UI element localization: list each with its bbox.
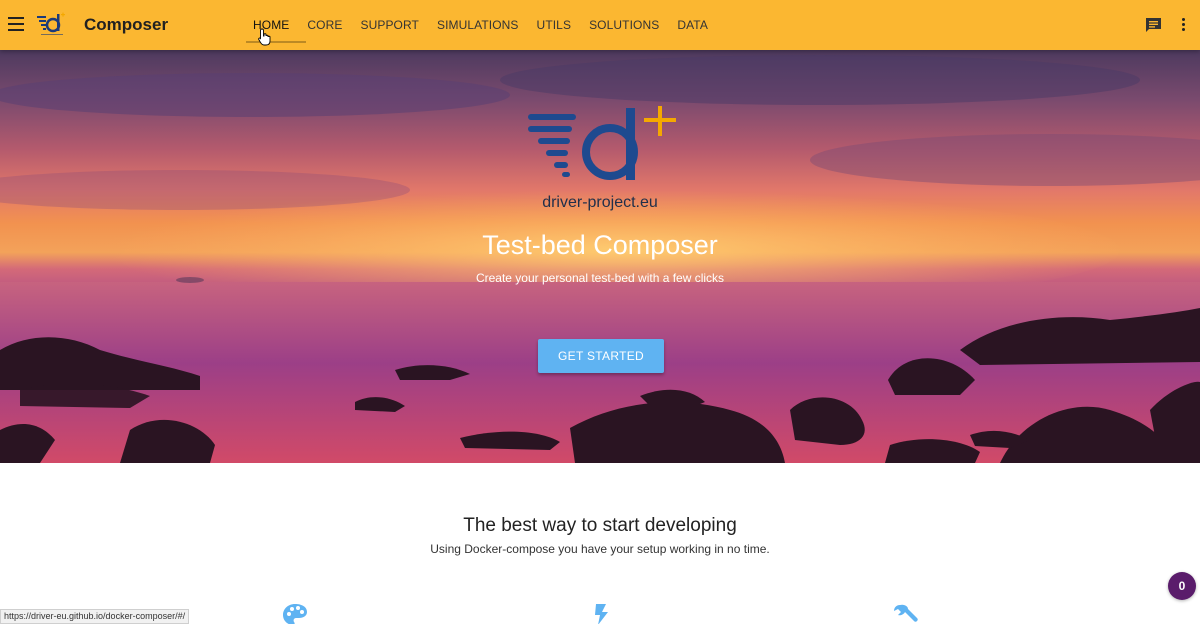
flash-icon: [595, 604, 608, 624]
get-started-button[interactable]: GET STARTED: [538, 339, 664, 373]
wrench-icon: [894, 604, 918, 622]
nav-utils[interactable]: UTILS: [528, 0, 581, 50]
hand-cursor-icon: [258, 28, 271, 46]
nav-data[interactable]: DATA: [668, 0, 717, 50]
logo[interactable]: [37, 12, 67, 38]
app-title: Composer: [84, 15, 169, 34]
nav-support[interactable]: SUPPORT: [351, 0, 428, 50]
hero-title: Test-bed Composer: [482, 230, 718, 260]
hero-domain-text: driver-project.eu: [542, 194, 658, 211]
hero-banner: driver-project.eu Test-bed Composer Crea…: [0, 50, 1200, 463]
palette-icon: [283, 604, 307, 624]
nav-core[interactable]: CORE: [298, 0, 351, 50]
more-vert-icon[interactable]: [1182, 18, 1186, 32]
main-nav: HOME CORE SUPPORT SIMULATIONS UTILS SOLU…: [244, 0, 717, 50]
chat-icon[interactable]: [1145, 17, 1162, 33]
status-bar-url: https://driver-eu.github.io/docker-compo…: [0, 609, 190, 624]
section-subtitle: Using Docker-compose you have your setup…: [430, 542, 770, 556]
nav-solutions[interactable]: SOLUTIONS: [580, 0, 668, 50]
section-title: The best way to start developing: [463, 515, 737, 536]
hero-subtitle: Create your personal test-bed with a few…: [475, 271, 725, 285]
nav-simulations[interactable]: SIMULATIONS: [428, 0, 528, 50]
top-app-bar: Composer HOME CORE SUPPORT SIMULATIONS U…: [0, 0, 1200, 50]
menu-icon[interactable]: [8, 17, 24, 31]
notification-badge[interactable]: 0: [1168, 572, 1196, 600]
